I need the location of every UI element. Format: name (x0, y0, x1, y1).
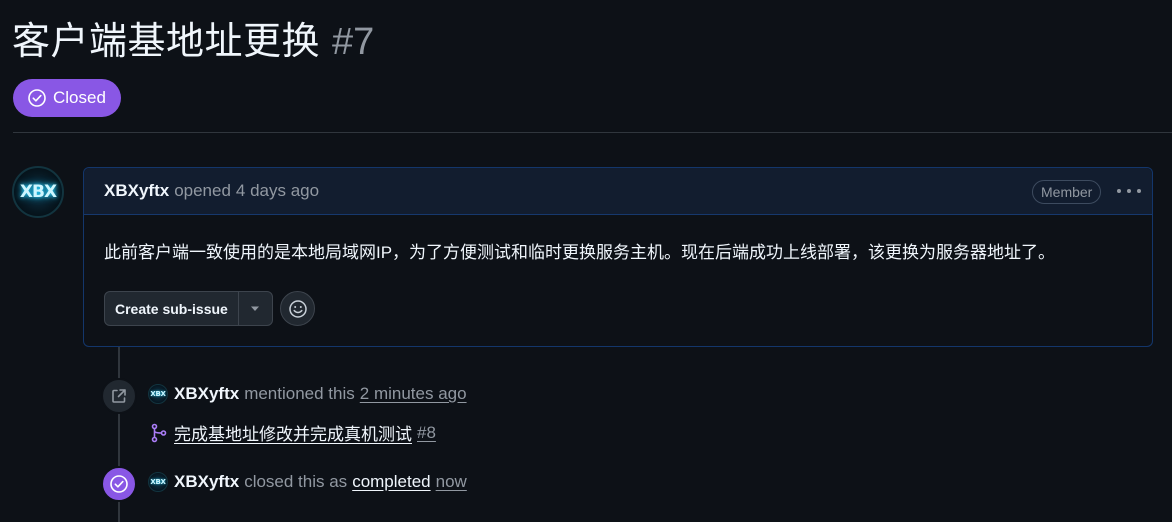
mention-action: mentioned this (244, 384, 355, 403)
mention-author[interactable]: XBXyftx (174, 384, 239, 404)
check-circle-icon (110, 475, 128, 493)
comment-action: opened (174, 181, 231, 200)
comment-time[interactable]: 4 days ago (236, 181, 319, 201)
issue-comment: XBXyftx opened 4 days ago Member 此前客户端一致… (83, 167, 1153, 347)
referenced-issue-title[interactable]: 完成基地址修改并完成真机测试 (174, 420, 412, 445)
member-badge: Member (1032, 180, 1102, 204)
git-pull-request-icon (151, 423, 167, 442)
timeline-closed-badge (101, 466, 137, 502)
xbx-logo-avatar: XBX (19, 182, 57, 202)
comment-options-kebab-icon[interactable] (1117, 181, 1141, 201)
issue-state-label: Closed (53, 88, 106, 107)
issue-page: 客户端基地址更换 #7 Closed XBX XBXyftx opened 4 … (0, 0, 1172, 522)
smiley-icon (288, 299, 307, 318)
referenced-issue-number[interactable]: #8 (417, 423, 436, 443)
cross-reference-icon (112, 389, 126, 403)
mention-author-avatar[interactable]: XBX (148, 384, 168, 404)
closed-action: closed this as (244, 472, 348, 491)
mention-reference-row: 完成基地址修改并完成真机测试 #8 (150, 420, 436, 445)
closed-author-avatar[interactable]: XBX (148, 472, 168, 492)
create-subissue-dropdown[interactable] (237, 292, 272, 325)
triangle-down-icon (251, 306, 260, 311)
comment-author[interactable]: XBXyftx (104, 181, 169, 201)
add-reaction-button[interactable] (280, 291, 315, 326)
closed-time-link[interactable]: now (436, 472, 467, 492)
comment-body: 此前客户端一致使用的是本地局域网IP，为了方便测试和临时更换服务主机。现在后端成… (104, 243, 1056, 262)
comment-header: XBXyftx opened 4 days ago Member (84, 168, 1152, 215)
issue-state-badge: Closed (13, 79, 121, 117)
create-subissue-button[interactable]: Create sub-issue (105, 292, 238, 325)
mention-time-link[interactable]: 2 minutes ago (360, 384, 467, 404)
check-circle-icon (28, 89, 46, 107)
issue-title-row: 客户端基地址更换 #7 (12, 10, 374, 66)
timeline-closed-row: XBX XBXyftx closed this as completed now (148, 472, 467, 492)
header-divider (13, 132, 1172, 133)
issue-title: 客户端基地址更换 (12, 21, 321, 63)
closed-author[interactable]: XBXyftx (174, 472, 239, 492)
issue-number: #7 (332, 21, 375, 63)
author-avatar[interactable]: XBX (12, 166, 64, 218)
timeline-mention-badge (101, 378, 137, 414)
closed-reason-link[interactable]: completed (352, 472, 430, 492)
create-subissue-group: Create sub-issue (104, 291, 273, 326)
timeline-mention-row: XBX XBXyftx mentioned this 2 minutes ago (148, 384, 467, 404)
